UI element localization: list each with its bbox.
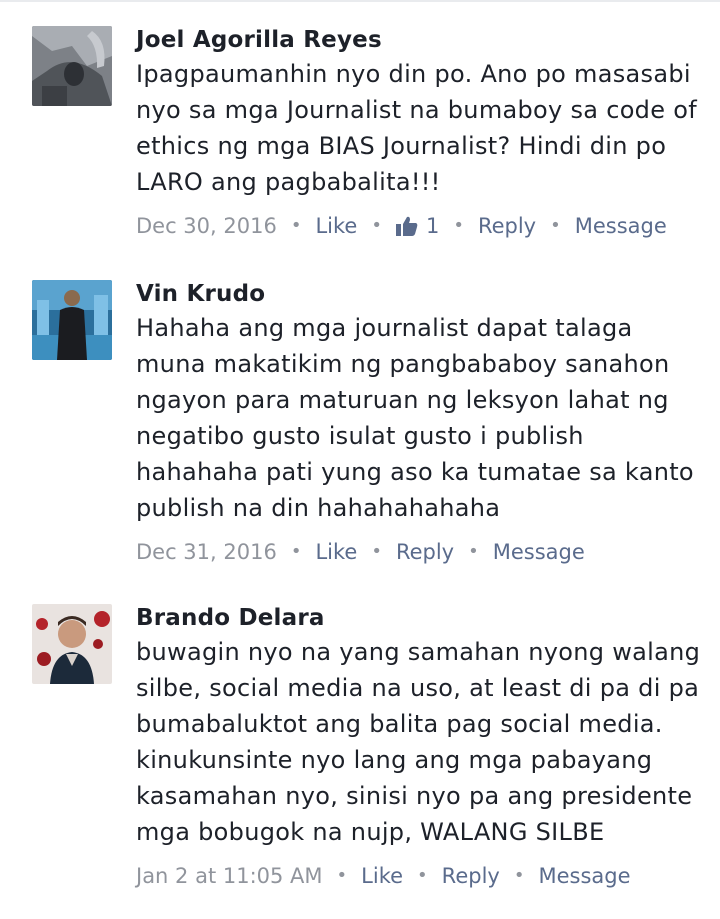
- like-count[interactable]: 1: [395, 212, 440, 240]
- like-button[interactable]: Like: [315, 538, 357, 566]
- message-button[interactable]: Message: [493, 538, 585, 566]
- author-name[interactable]: Joel Agorilla Reyes: [136, 26, 702, 54]
- like-button[interactable]: Like: [361, 862, 403, 890]
- separator-dot: •: [371, 215, 382, 236]
- separator-dot: •: [371, 541, 382, 562]
- avatar[interactable]: [32, 280, 112, 360]
- reply-button[interactable]: Reply: [478, 212, 536, 240]
- comment-body: Vin Krudo Hahaha ang mga journalist dapa…: [136, 280, 702, 566]
- top-divider: [0, 0, 720, 2]
- avatar-photo: [32, 280, 112, 360]
- comment-text: Ipagpaumanhin nyo din po. Ano po masasab…: [136, 60, 697, 196]
- like-button[interactable]: Like: [315, 212, 357, 240]
- author-name[interactable]: Vin Krudo: [136, 280, 702, 308]
- like-count-value: 1: [425, 214, 440, 238]
- message-button[interactable]: Message: [538, 862, 630, 890]
- avatar-photo: [32, 604, 112, 684]
- message-button[interactable]: Message: [575, 212, 667, 240]
- separator-dot: •: [453, 215, 464, 236]
- avatar[interactable]: [32, 26, 112, 106]
- separator-dot: •: [290, 215, 302, 236]
- reply-button[interactable]: Reply: [442, 862, 500, 890]
- separator-dot: •: [417, 865, 428, 886]
- timestamp[interactable]: Jan 2 at 11:05 AM: [136, 862, 323, 890]
- comment-text: buwagin nyo na yang samahan nyong walang…: [136, 638, 701, 846]
- comment-actions: Dec 31, 2016 • Like • Reply • Message: [136, 538, 702, 566]
- author-name[interactable]: Brando Delara: [136, 604, 702, 632]
- avatar-photo: [32, 26, 112, 106]
- comment-actions: Dec 30, 2016 • Like • 1 • Reply • Messag…: [136, 212, 702, 240]
- timestamp[interactable]: Dec 30, 2016: [136, 212, 277, 240]
- comment-body: Joel Agorilla Reyes Ipagpaumanhin nyo di…: [136, 26, 702, 240]
- reply-button[interactable]: Reply: [396, 538, 454, 566]
- comment-body: Brando Delara buwagin nyo na yang samaha…: [136, 604, 702, 890]
- avatar[interactable]: [32, 604, 112, 684]
- separator-dot: •: [468, 541, 479, 562]
- separator-dot: •: [290, 541, 302, 562]
- separator-dot: •: [513, 865, 525, 886]
- timestamp[interactable]: Dec 31, 2016: [136, 538, 277, 566]
- comment-actions: Jan 2 at 11:05 AM • Like • Reply • Messa…: [136, 862, 702, 890]
- separator-dot: •: [336, 865, 348, 886]
- thumbs-up-icon: [395, 216, 418, 236]
- comment-text: Hahaha ang mga journalist dapat talaga m…: [136, 314, 694, 522]
- separator-dot: •: [550, 215, 561, 236]
